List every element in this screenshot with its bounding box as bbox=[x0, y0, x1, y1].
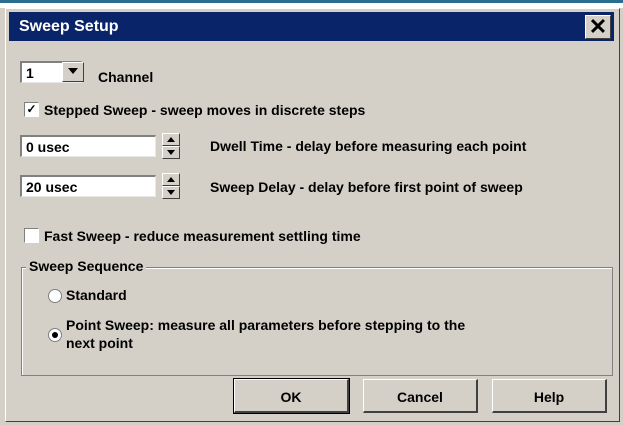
dwell-time-spinner[interactable] bbox=[162, 133, 180, 159]
arrow-up-icon bbox=[167, 137, 175, 142]
standard-radio[interactable] bbox=[48, 289, 62, 303]
stepped-sweep-checkbox[interactable]: ✓ bbox=[24, 102, 39, 117]
background-window-strip bbox=[0, 0, 623, 8]
spin-down-button[interactable] bbox=[162, 186, 180, 199]
checkmark-icon: ✓ bbox=[26, 102, 37, 116]
dialog-title: Sweep Setup bbox=[19, 18, 119, 35]
channel-value: 1 bbox=[26, 65, 34, 81]
title-bar: Sweep Setup ✕ bbox=[9, 12, 614, 41]
channel-label: Channel bbox=[98, 69, 154, 85]
help-button-label: Help bbox=[533, 389, 565, 405]
sweep-sequence-title: Sweep Sequence bbox=[26, 258, 147, 274]
point-sweep-radio-label-continued: next point bbox=[66, 335, 133, 351]
point-sweep-radio[interactable] bbox=[48, 328, 62, 342]
sweep-delay-value: 20 usec bbox=[26, 179, 78, 195]
point-sweep-radio-label: Point Sweep: measure all parameters befo… bbox=[66, 317, 466, 333]
fast-sweep-label: Fast Sweep - reduce measurement settling… bbox=[44, 228, 361, 244]
sweep-delay-spinner[interactable] bbox=[162, 173, 180, 199]
spin-down-button[interactable] bbox=[162, 146, 180, 159]
dwell-time-value: 0 usec bbox=[26, 139, 70, 155]
arrow-up-icon bbox=[167, 177, 175, 182]
close-button[interactable]: ✕ bbox=[585, 15, 611, 39]
dwell-time-label: Dwell Time - delay before measuring each… bbox=[210, 138, 527, 154]
cancel-button[interactable]: Cancel bbox=[363, 379, 478, 413]
arrow-down-icon bbox=[167, 190, 175, 195]
arrow-down-icon bbox=[167, 150, 175, 155]
close-icon: ✕ bbox=[588, 14, 608, 39]
spin-up-button[interactable] bbox=[162, 133, 180, 146]
radio-selected-dot bbox=[52, 332, 58, 338]
sweep-delay-label: Sweep Delay - delay before first point o… bbox=[210, 179, 523, 195]
sweep-setup-dialog: Sweep Setup ✕ 1 Channel ✓ Stepped Sweep … bbox=[5, 8, 620, 422]
background-accent-line bbox=[0, 0, 623, 3]
ok-button-label: OK bbox=[280, 389, 302, 405]
dwell-time-input[interactable]: 0 usec bbox=[20, 135, 156, 157]
standard-radio-label: Standard bbox=[66, 287, 127, 303]
sweep-delay-input[interactable]: 20 usec bbox=[20, 175, 156, 197]
fast-sweep-checkbox[interactable] bbox=[24, 228, 39, 243]
channel-dropdown-button[interactable] bbox=[62, 62, 84, 82]
spin-up-button[interactable] bbox=[162, 173, 180, 186]
help-button[interactable]: Help bbox=[492, 379, 607, 413]
ok-button[interactable]: OK bbox=[233, 378, 350, 414]
stepped-sweep-label: Stepped Sweep - sweep moves in discrete … bbox=[44, 102, 366, 118]
cancel-button-label: Cancel bbox=[397, 389, 443, 405]
chevron-down-icon bbox=[68, 68, 78, 74]
